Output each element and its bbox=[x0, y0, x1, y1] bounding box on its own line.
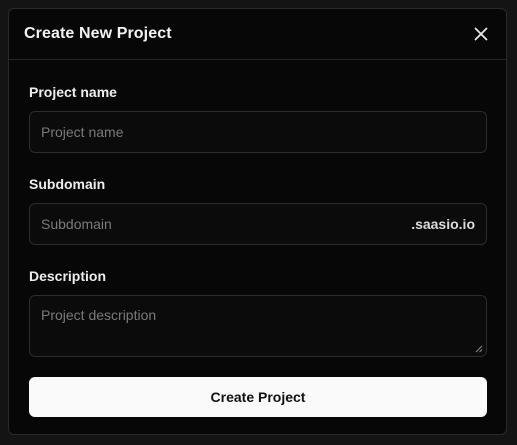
subdomain-suffix: .saasio.io bbox=[411, 216, 475, 232]
description-label: Description bbox=[29, 268, 107, 284]
subdomain-field-wrapper: .saasio.io bbox=[29, 203, 487, 245]
project-name-input[interactable] bbox=[30, 112, 486, 152]
close-button[interactable] bbox=[471, 24, 491, 44]
project-name-field-wrapper bbox=[29, 111, 487, 153]
dialog-header: Create New Project bbox=[9, 9, 506, 60]
resize-handle-icon[interactable] bbox=[475, 345, 483, 353]
create-project-button[interactable]: Create Project bbox=[29, 377, 487, 417]
create-project-dialog: Create New Project Project name Subdomai… bbox=[8, 8, 507, 435]
close-icon bbox=[474, 27, 488, 41]
description-textarea[interactable] bbox=[30, 296, 486, 356]
project-name-label: Project name bbox=[29, 84, 117, 100]
description-field-wrapper bbox=[29, 295, 487, 357]
dialog-title: Create New Project bbox=[24, 25, 172, 42]
subdomain-label: Subdomain bbox=[29, 176, 106, 192]
